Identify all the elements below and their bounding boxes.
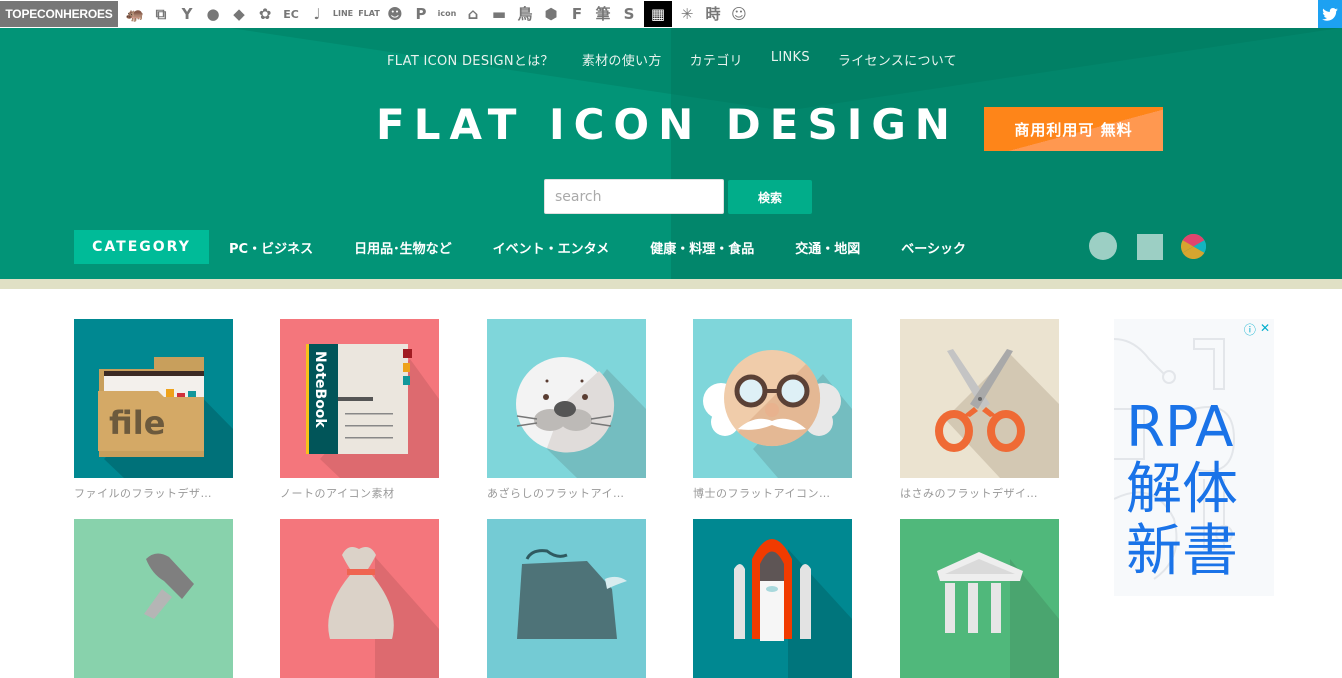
svg-text:file: file [109,404,165,442]
icon-caption[interactable]: ノートのアイコン素材 [280,485,439,501]
color-filter-icon[interactable] [1181,234,1206,259]
nav-how-to-use[interactable]: 素材の使い方 [582,50,662,69]
free-commercial-badge: 商用利用可 無料 [984,107,1163,151]
hammer-thumbnail[interactable] [74,519,233,678]
copy-icon[interactable]: ⧉ [150,1,172,27]
advertisement[interactable]: ⓘ ✕ RPA 解体 新書 [1114,319,1274,596]
svg-text:NoteBook: NoteBook [312,351,328,428]
icon-card[interactable] [280,519,439,678]
nav-links[interactable]: LINKS [771,50,810,69]
top-bar: TOPECONHEROES 🦛 ⧉ Y ● ◆ ✿ EC ♩ LINE FLAT ☻ Picon ⌂ ▬ 鳥… [0,0,1342,28]
bird-kanji-icon[interactable]: 鳥 [514,1,536,27]
flower-icon[interactable]: ✿ [254,1,276,27]
site-header: FLAT ICON DESIGNとは？ 素材の使い方 カテゴリ LINKS ライ… [0,28,1342,279]
category-basic[interactable]: ベーシック [901,238,966,257]
icon-caption[interactable]: あざらしのフラットアイ… [487,485,646,501]
category-events[interactable]: イベント・エンタメ [493,238,610,257]
ad-controls: ⓘ ✕ [1244,321,1270,338]
icon-card[interactable]: あざらしのフラットアイ… [487,319,646,501]
face-icon[interactable]: ☺ [728,1,750,27]
header-divider [0,279,1342,289]
nav-about[interactable]: FLAT ICON DESIGNとは？ [387,50,554,69]
ad-info-icon[interactable]: ⓘ [1244,321,1256,338]
category-daily-goods[interactable]: 日用品･生物など [354,238,452,257]
category-label: CATEGORY [74,230,209,264]
grid-icon[interactable]: ▦ [644,1,672,27]
top-navigation: FLAT ICON DESIGNとは？ 素材の使い方 カテゴリ LINKS ライ… [0,50,1342,69]
icon-card[interactable]: file ファイルのフラットデザ… [74,319,233,501]
search-button[interactable]: 検索 [728,180,812,214]
topeconheroes-logo[interactable]: TOPECONHEROES [0,1,118,27]
speech-bubble-icon[interactable]: ● [202,1,224,27]
parking-icon[interactable]: P [410,1,432,27]
nav-license[interactable]: ライセンスについて [838,50,957,69]
seal-thumbnail[interactable] [487,319,646,478]
f-logo-icon[interactable]: F [566,1,588,27]
icon-card[interactable] [487,519,646,678]
burst-icon[interactable]: ✳ [676,1,698,27]
icon-card[interactable] [900,519,1059,678]
bench-icon[interactable]: ▬ [488,1,510,27]
money-bag-thumbnail[interactable] [280,519,439,678]
category-transport-map[interactable]: 交通・地図 [795,238,860,257]
space-shuttle-thumbnail[interactable] [693,519,852,678]
professor-thumbnail[interactable] [693,319,852,478]
circle-filter-icon[interactable] [1089,232,1117,260]
ad-close-icon[interactable]: ✕ [1260,321,1270,338]
rock-thumbnail[interactable] [487,519,646,678]
twitter-link[interactable] [1318,0,1342,28]
site-icons-row: 🦛 ⧉ Y ● ◆ ✿ EC ♩ LINE FLAT ☻ Picon ⌂ ▬ 鳥 ⬢ F 筆 S ▦ ✳ 時 ☺ [122,1,752,27]
icon-card[interactable]: はさみのフラットデザイ… [900,319,1059,501]
music-note-icon[interactable]: ♩ [306,1,328,27]
smiley-icon[interactable]: ☻ [384,1,406,27]
square-filter-icon[interactable] [1137,234,1163,260]
building-icon[interactable]: ⌂ [462,1,484,27]
person-cheer-icon[interactable]: Y [176,1,198,27]
pattern-circle-icon[interactable]: ⬢ [540,1,562,27]
icon-card[interactable] [693,519,852,678]
hippo-icon[interactable]: 🦛 [124,1,146,27]
icon-card[interactable]: 博士のフラットアイコン… [693,319,852,501]
scissors-thumbnail[interactable] [900,319,1059,478]
icon-card[interactable]: NoteBook ノートのアイコン素材 [280,319,439,501]
icon-card[interactable] [74,519,233,678]
file-folder-thumbnail[interactable]: file [74,319,233,478]
ad-headline[interactable]: RPA 解体 新書 [1126,397,1238,583]
time-kanji-icon[interactable]: 時 [702,1,724,27]
line-icon[interactable]: LINE [332,1,354,27]
category-pc-business[interactable]: PC・ビジネス [229,238,313,257]
category-navigation: CATEGORY PC・ビジネス 日用品･生物など イベント・エンタメ 健康・料… [74,230,1007,264]
search-input[interactable] [544,179,724,214]
notebook-thumbnail[interactable]: NoteBook [280,319,439,478]
category-health-food[interactable]: 健康・料理・食品 [650,238,754,257]
flat-icon[interactable]: FLAT [358,1,380,27]
twitter-icon [1322,7,1338,21]
s-logo-icon[interactable]: S [618,1,640,27]
ec-icon[interactable]: EC [280,1,302,27]
site-title[interactable]: FLAT ICON DESIGN [376,100,959,149]
icon-caption[interactable]: はさみのフラットデザイ… [900,485,1059,501]
icon-caption[interactable]: 博士のフラットアイコン… [693,485,852,501]
brush-kanji-icon[interactable]: 筆 [592,1,614,27]
bank-building-thumbnail[interactable] [900,519,1059,678]
nav-category[interactable]: カテゴリ [690,50,743,69]
icon-caption[interactable]: ファイルのフラットデザ… [74,485,233,501]
icon-text-icon[interactable]: icon [436,1,458,27]
arrow-shape-icon[interactable]: ◆ [228,1,250,27]
